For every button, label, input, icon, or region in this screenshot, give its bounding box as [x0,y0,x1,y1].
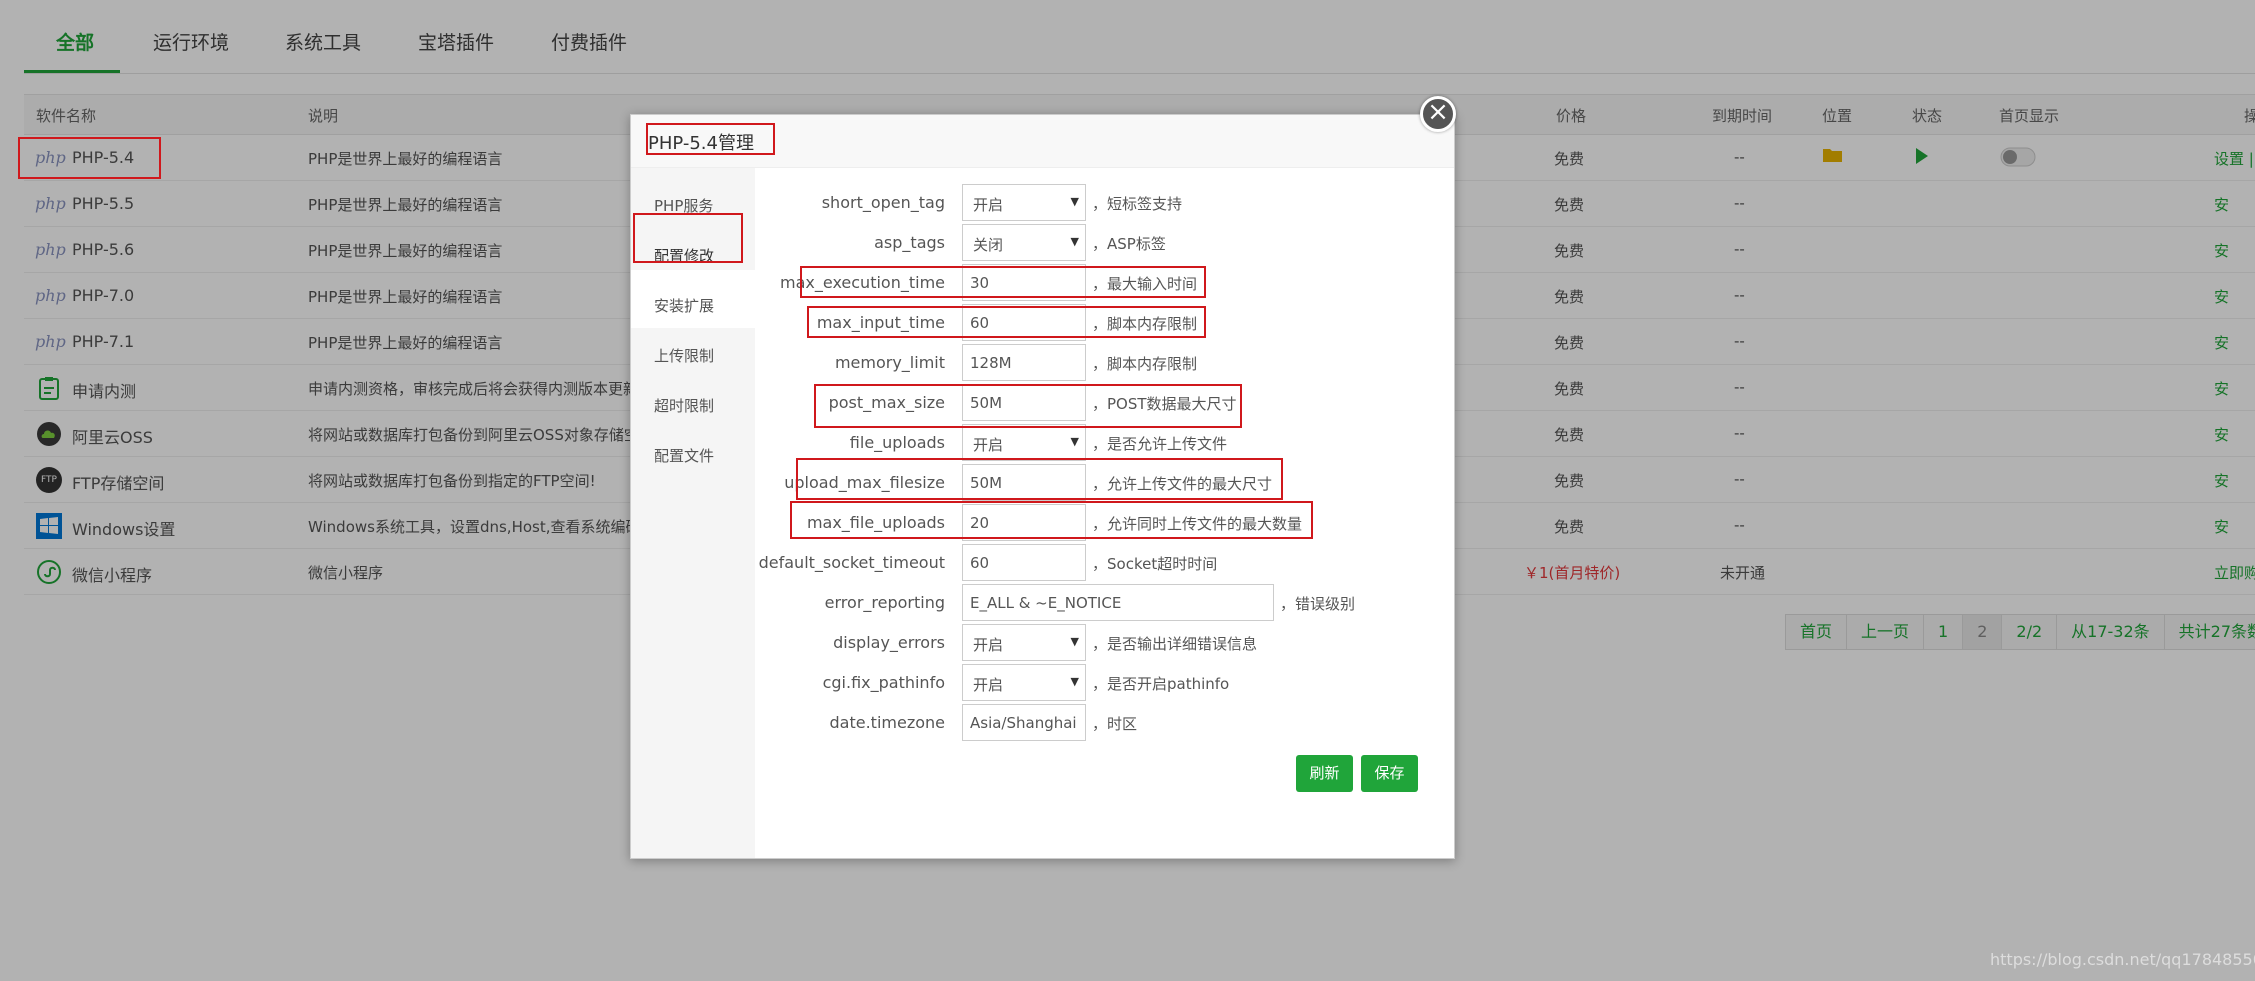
input-max-input-time[interactable]: 60 [962,304,1086,341]
label-memory-limit: memory_limit [834,353,945,372]
side-config-edit[interactable]: 配置修改 [654,245,714,266]
input-max-file-uploads[interactable]: 20 [962,504,1086,541]
dialog-title: PHP-5.4管理 [648,133,754,154]
label-date-timezone: date.timezone [829,713,945,732]
label-post-max-size: post_max_size [828,393,945,412]
input-default-socket-timeout[interactable]: 60 [962,544,1086,581]
select-value: 开启 [973,676,1004,694]
hint: ，是否开启pathinfo [1092,675,1230,693]
php-manage-dialog: PHP-5.4管理 PHP服务 配置修改 安装扩展 上传限制 超时限制 配置文件… [630,114,1455,859]
input-upload-max-filesize[interactable]: 50M [962,464,1086,501]
hint: ，脚本内存限制 [1092,355,1198,373]
hint: ，允许上传文件的最大尺寸 [1092,475,1273,493]
side-upload-limit[interactable]: 上传限制 [654,345,714,366]
hint: ，错误级别 [1280,595,1356,613]
label-error-reporting: error_reporting [824,593,945,612]
select-value: 开启 [973,636,1004,654]
hint: ，POST数据最大尺寸 [1092,395,1237,413]
chevron-down-icon: ▼ [1070,235,1079,248]
input-memory-limit[interactable]: 128M [962,344,1086,381]
hint: ，Socket超时时间 [1092,555,1218,573]
input-error-reporting[interactable]: E_ALL & ~E_NOTICE [962,584,1274,621]
label-max-file-uploads: max_file_uploads [806,513,945,532]
hint: ，短标签支持 [1092,195,1183,213]
refresh-button[interactable]: 刷新 [1296,755,1353,792]
save-button[interactable]: 保存 [1361,755,1418,792]
chevron-down-icon: ▼ [1070,195,1079,208]
hint: ，脚本内存限制 [1092,315,1198,333]
label-upload-max-filesize: upload_max_filesize [784,473,945,492]
side-config-file[interactable]: 配置文件 [654,445,714,466]
chevron-down-icon: ▼ [1070,675,1079,688]
hint: ，是否允许上传文件 [1092,435,1228,453]
dialog-sidebar: PHP服务 配置修改 安装扩展 上传限制 超时限制 配置文件 [631,168,755,858]
hint: ，ASP标签 [1092,235,1166,253]
side-timeout-limit[interactable]: 超时限制 [654,395,714,416]
select-value: 开启 [973,196,1004,214]
label-cgi-fix-pathinfo: cgi.fix_pathinfo [822,673,945,692]
side-php-service[interactable]: PHP服务 [654,195,713,216]
select-short-open-tag[interactable]: 开启 ▼ [962,184,1086,221]
watermark: https://blog.csdn.net/qq1784855023 [1990,950,2255,969]
hint: ，允许同时上传文件的最大数量 [1092,515,1303,533]
select-value: 关闭 [973,236,1004,254]
select-asp-tags[interactable]: 关闭 ▼ [962,224,1086,261]
hint: ，最大输入时间 [1092,275,1198,293]
side-install-ext[interactable]: 安装扩展 [654,295,714,316]
close-dialog-button[interactable]: × [1420,96,1456,132]
label-max-execution-time: max_execution_time [780,273,945,292]
dialog-header: PHP-5.4管理 [631,115,1454,168]
label-default-socket-timeout: default_socket_timeout [758,553,945,572]
select-display-errors[interactable]: 开启 ▼ [962,624,1086,661]
label-asp-tags: asp_tags [874,233,945,252]
input-date-timezone[interactable]: Asia/Shanghai [962,704,1086,741]
select-cgi-fix-pathinfo[interactable]: 开启 ▼ [962,664,1086,701]
label-short-open-tag: short_open_tag [821,193,945,212]
hint: ，时区 [1092,715,1138,733]
chevron-down-icon: ▼ [1070,435,1079,448]
input-post-max-size[interactable]: 50M [962,384,1086,421]
input-max-execution-time[interactable]: 30 [962,264,1086,301]
select-file-uploads[interactable]: 开启 ▼ [962,424,1086,461]
select-value: 开启 [973,436,1004,454]
hint: ，是否输出详细错误信息 [1092,635,1258,653]
label-display-errors: display_errors [833,633,945,652]
label-file-uploads: file_uploads [849,433,945,452]
chevron-down-icon: ▼ [1070,635,1079,648]
label-max-input-time: max_input_time [816,313,945,332]
